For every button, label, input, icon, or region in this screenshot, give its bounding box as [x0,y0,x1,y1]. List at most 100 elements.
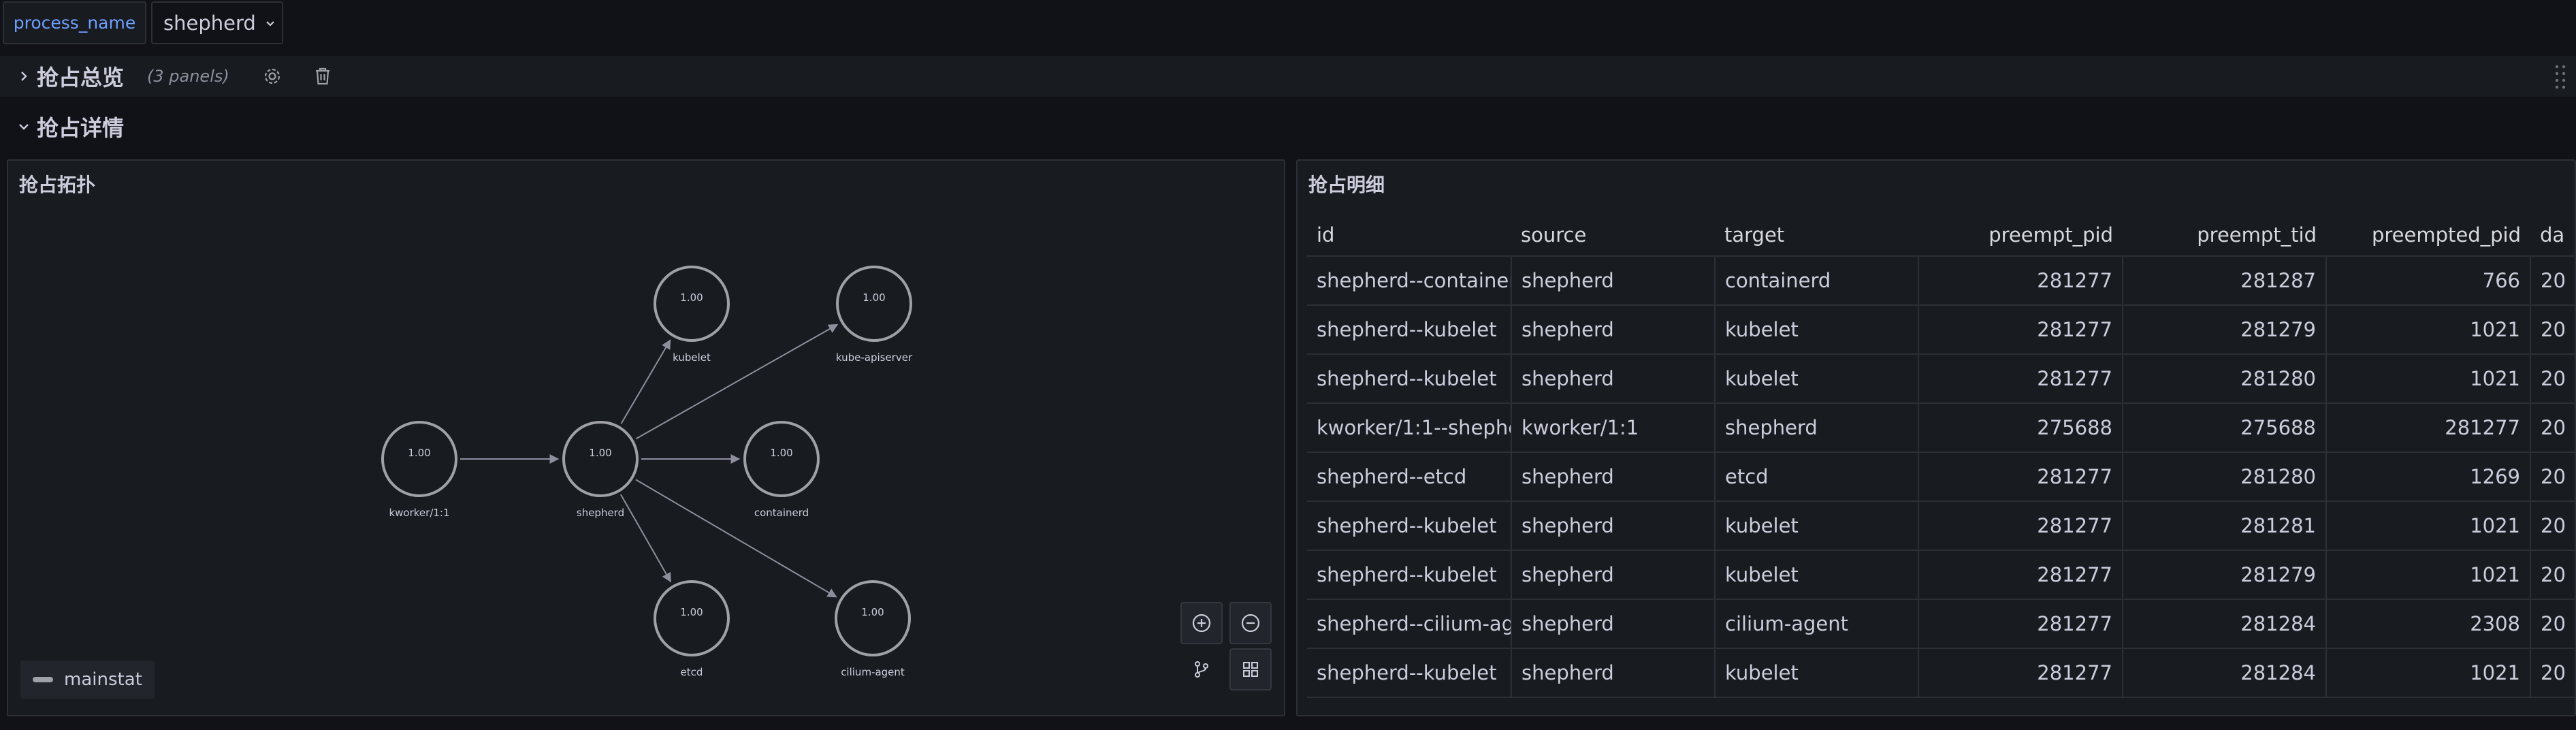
graph-node-containerd[interactable]: 1.00 containerd [743,421,820,519]
table-row[interactable]: shepherd--kubelet shepherd kubelet 281277 28… [1307,305,2575,355]
table-row[interactable]: shepherd--kubelet shepherd kubelet 281277 28… [1307,354,2575,404]
row-title[interactable]: 抢占总览 [37,61,124,92]
chevron-right-icon[interactable] [16,69,31,84]
table-row[interactable]: shepherd--kubelet shepherd kubelet 281277 28… [1307,648,2575,698]
node-circle[interactable] [835,580,911,656]
table-cell: 1269 [2326,452,2531,502]
node-value: 1.00 [589,447,611,459]
column-header-preempt_pid[interactable]: preempt_pid [1918,214,2123,257]
graph-edge-shepherd-kubelet[interactable] [620,339,671,424]
table-row[interactable]: kworker/1:1--shepherdkworker/1:1shepherd… [1307,403,2575,453]
table-cell: shepherd--cilium-agent [1307,599,1512,649]
table-cell: kubelet [1715,501,1919,551]
node-circle[interactable] [562,421,639,497]
table-cell: containerd [1715,256,1919,306]
table-row[interactable]: shepherd--etcd shepherd etcd 281277 281280 12… [1307,452,2575,502]
row-title[interactable]: 抢占详情 [37,111,124,142]
node-value: 1.00 [408,447,430,459]
table-cell: 2308 [2326,599,2531,649]
column-header-preempted_pid[interactable]: preempted_pid [2326,214,2530,257]
table-cell: 20 [2530,648,2575,698]
variable-bar: process_name shepherd [0,0,2576,46]
grid-layout-button[interactable] [1229,648,1272,691]
node-circle[interactable] [381,421,457,497]
table-cell: 281277 [1918,256,2123,306]
panel-title[interactable]: 抢占明细 [1308,170,1385,197]
gear-icon[interactable] [262,66,283,86]
topology-panel: 抢占拓扑 1.00 kworker/1:1 1.00 shepherd 1.00 kube… [7,159,1285,716]
table-cell: shepherd [1511,305,1716,355]
table-cell: shepherd--kubelet [1307,648,1512,698]
table-cell: shepherd [1511,599,1716,649]
table-cell: 281277 [1918,501,2123,551]
node-circle[interactable] [743,421,820,497]
table-cell: 20 [2530,305,2575,355]
table-cell: 281277 [1918,354,2123,404]
graph-node-kworker[interactable]: 1.00 kworker/1:1 [381,421,457,519]
graph-edge-shepherd-kube-apiserver[interactable] [635,323,839,440]
table-row[interactable]: shepherd--kubelet shepherd kubelet 281277 28… [1307,501,2575,551]
variable-value: shepherd [163,11,256,35]
variable-label: process_name [3,1,146,44]
details-table: id source target preempt_pid preempt_tid pree… [1307,214,2575,698]
node-circle[interactable] [836,266,912,342]
table-cell: 1021 [2326,305,2531,355]
table-cell: 281279 [2123,550,2327,600]
graph-node-cilium-agent[interactable]: 1.00 cilium-agent [835,580,911,678]
table-cell: 281280 [2123,452,2327,502]
column-header-id[interactable]: id [1307,214,1511,257]
node-graph[interactable]: 1.00kworker/1:11.00shepherd1.00kubelet1.… [8,161,1287,718]
details-table-panel: 抢占明细 id source target preempt_pid preempt_ti… [1296,159,2576,716]
table-cell: kubelet [1715,550,1919,600]
node-circle[interactable] [654,266,730,342]
chevron-down-icon[interactable] [16,119,31,134]
table-row[interactable]: shepherd--containerd shepherd containerd 28… [1307,256,2575,306]
chevron-down-icon [266,20,274,27]
trash-icon[interactable] [312,66,333,86]
graph-node-etcd[interactable]: 1.00 etcd [654,580,730,678]
table-row[interactable]: shepherd--cilium-agentshepherdcilium-age… [1307,599,2575,649]
plus-circle-icon [1192,614,1211,633]
table-cell: 766 [2326,256,2531,306]
column-header-source[interactable]: source [1511,214,1715,257]
row-details[interactable]: 抢占详情 [0,106,2576,147]
zoom-out-button[interactable] [1229,602,1272,644]
table-cell: 275688 [2123,403,2327,453]
table-cell: 281277 [1918,452,2123,502]
node-value: 1.00 [770,447,792,459]
graph-node-kubelet[interactable]: 1.00 kubelet [654,266,730,364]
node-label: shepherd [577,507,624,519]
table-cell: 281280 [2123,354,2327,404]
table-cell: 1021 [2326,648,2531,698]
row-overview[interactable]: 抢占总览 (3 panels) [0,56,2576,97]
table-cell: 281287 [2123,256,2327,306]
column-header-da[interactable]: da [2530,214,2575,257]
node-circle[interactable] [654,580,730,656]
table-cell: 20 [2530,354,2575,404]
drag-handle-icon[interactable] [2554,63,2566,90]
table-cell: 281281 [2123,501,2327,551]
table-cell: 20 [2530,599,2575,649]
table-cell: kubelet [1715,648,1919,698]
table-cell: 20 [2530,403,2575,453]
table-cell: 281279 [2123,305,2327,355]
node-value: 1.00 [861,606,884,618]
panel-count: (3 panels) [147,67,229,86]
node-label: cilium-agent [841,666,905,678]
legend-label: mainstat [64,669,142,690]
graph-node-kube-apiserver[interactable]: 1.00 kube-apiserver [836,266,913,364]
graph-edge-shepherd-cilium-agent[interactable] [635,479,837,598]
node-label: kworker/1:1 [389,507,449,519]
graph-layout-button[interactable] [1180,648,1223,691]
column-header-target[interactable]: target [1715,214,1918,257]
graph-edge-shepherd-etcd[interactable] [619,494,672,583]
node-label: containerd [754,507,809,519]
table-row[interactable]: shepherd--kubelet shepherd kubelet 281277 28… [1307,550,2575,600]
column-header-preempt_tid[interactable]: preempt_tid [2123,214,2326,257]
table-cell: 281277 [1918,599,2123,649]
table-cell: kworker/1:1 [1511,403,1716,453]
graph-legend[interactable]: mainstat [20,661,155,699]
process-name-select[interactable]: shepherd [151,1,283,44]
table-cell: 20 [2530,256,2575,306]
zoom-in-button[interactable] [1180,602,1223,644]
